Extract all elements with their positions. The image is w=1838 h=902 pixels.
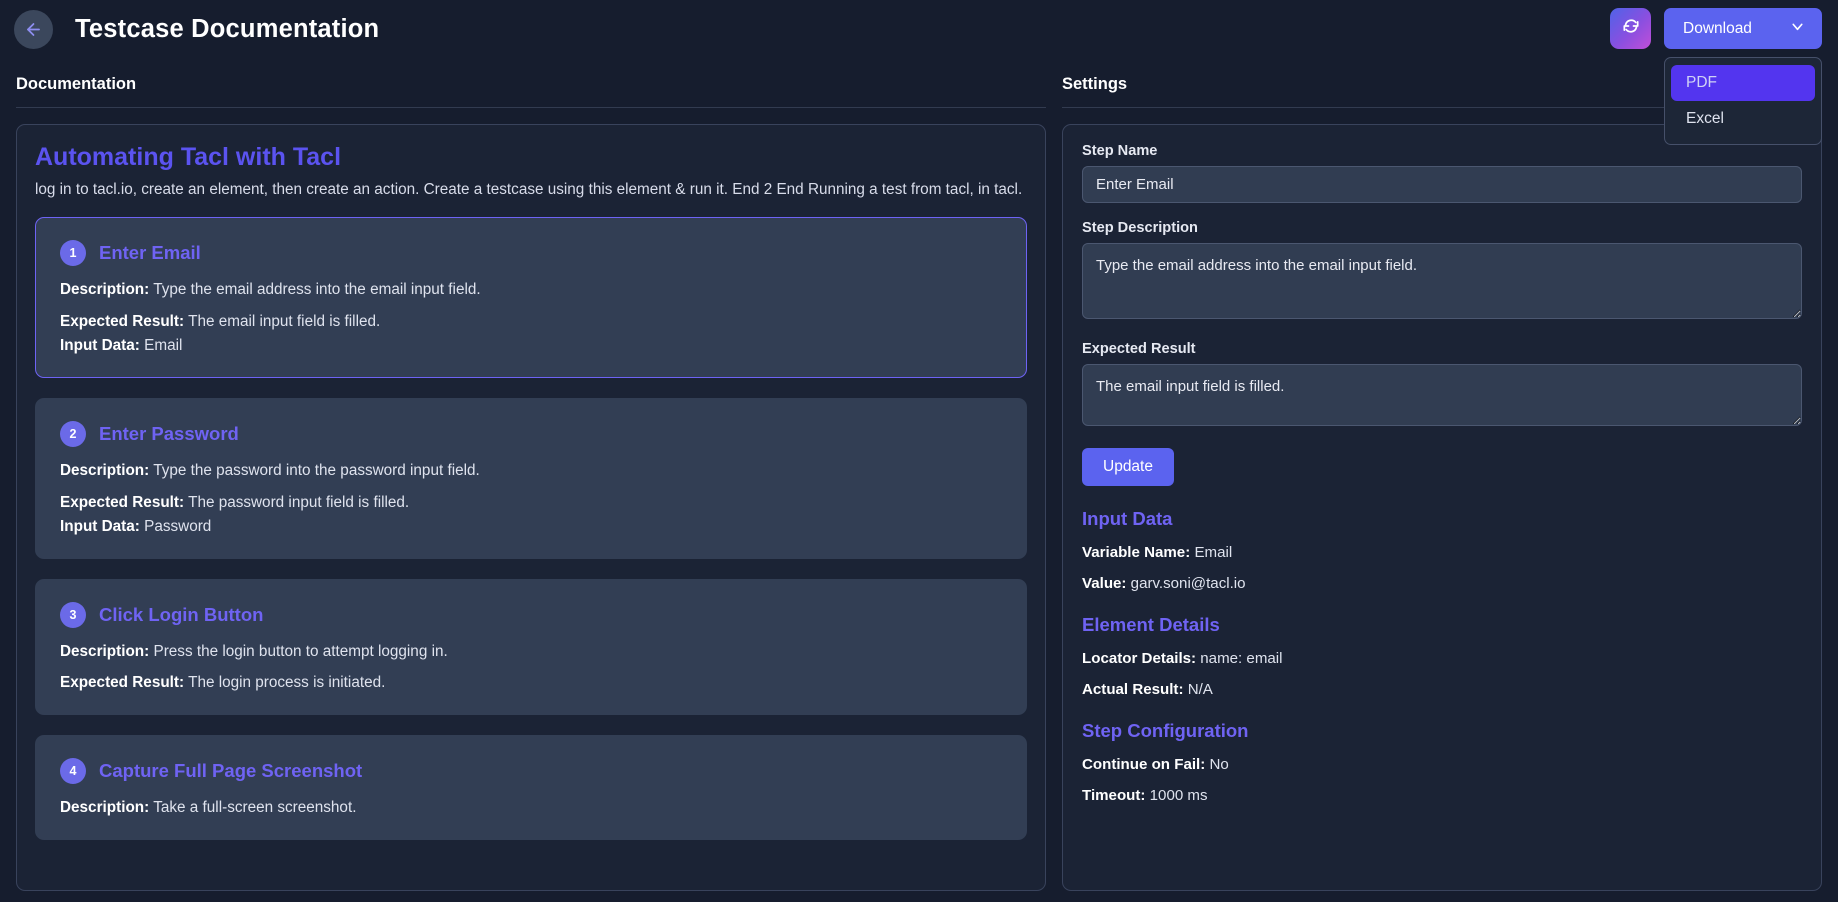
step-card-1[interactable]: 1 Enter Email Description: Type the emai… — [35, 217, 1027, 378]
timeout-value: 1000 ms — [1149, 787, 1208, 804]
description-value: Type the email address into the email in… — [153, 281, 481, 298]
documentation-section-label: Documentation — [16, 58, 1046, 108]
download-menu: PDF Excel — [1664, 57, 1822, 145]
step-number-badge: 4 — [60, 758, 86, 785]
expected-result-value: The password input field is filled. — [188, 493, 410, 511]
continue-on-fail-row: Continue on Fail: No — [1082, 756, 1802, 773]
expected-result-label: Expected Result: — [60, 674, 185, 692]
expected-result-label: Expected Result: — [60, 312, 185, 330]
expected-result-value: The login process is initiated. — [188, 674, 386, 692]
value-label: Value: — [1082, 575, 1127, 592]
step-name: Enter Email — [99, 242, 201, 263]
step-header: 4 Capture Full Page Screenshot — [60, 758, 1002, 785]
step-description-row: Description: Type the email address into… — [60, 280, 1002, 301]
step-number-badge: 3 — [60, 601, 86, 628]
step-number-badge: 2 — [60, 420, 86, 447]
input-data-label: Input Data: — [60, 337, 140, 355]
step-header: 2 Enter Password — [60, 420, 1002, 447]
documentation-title: Automating Tacl with Tacl — [35, 143, 342, 171]
step-input-data-row: Input Data: Email — [60, 336, 1002, 357]
step-expected-row: Expected Result: The login process is in… — [60, 673, 1002, 694]
continue-on-fail-value: No — [1209, 756, 1229, 773]
description-label: Description: — [60, 281, 150, 298]
variable-name-label: Variable Name: — [1082, 544, 1191, 561]
arrow-left-icon — [24, 20, 43, 39]
actual-result-label: Actual Result: — [1082, 681, 1184, 698]
locator-details-value: name: email — [1200, 650, 1283, 667]
expected-result-value: The email input field is filled. — [188, 312, 381, 330]
description-label: Description: — [60, 799, 150, 817]
download-button[interactable]: Download — [1664, 8, 1822, 49]
step-name: Click Login Button — [99, 603, 264, 625]
documentation-panel: Automating Tacl with Tacl log in to tacl… — [16, 124, 1046, 891]
value-value: garv.soni@tacl.io — [1130, 575, 1246, 592]
update-button[interactable]: Update — [1082, 448, 1174, 486]
input-data-heading: Input Data — [1082, 508, 1173, 529]
variable-name-value: Email — [1194, 544, 1233, 561]
description-label: Description: — [60, 642, 150, 660]
download-button-label: Download — [1683, 19, 1752, 37]
locator-details-label: Locator Details: — [1082, 650, 1197, 667]
description-value: Take a full-screen screenshot. — [153, 799, 357, 817]
description-value: Press the login button to attempt loggin… — [153, 642, 448, 660]
app-header: Testcase Documentation Download PDF Exce… — [0, 0, 1838, 145]
input-data-label: Input Data: — [60, 518, 140, 536]
documentation-subtitle: log in to tacl.io, create an element, th… — [35, 181, 1023, 198]
settings-panel: Step Name Step Description Type the emai… — [1062, 124, 1822, 891]
step-name-input[interactable] — [1082, 166, 1802, 203]
input-data-value: Email — [144, 337, 183, 355]
step-description-row: Description: Type the password into the … — [60, 461, 1002, 482]
step-description-textarea[interactable]: Type the email address into the email in… — [1082, 243, 1802, 319]
step-description-label: Step Description — [1082, 220, 1198, 236]
step-input-data-row: Input Data: Password — [60, 517, 1002, 538]
download-menu-item-excel[interactable]: Excel — [1671, 101, 1815, 137]
header-actions: Download PDF Excel — [1610, 8, 1822, 145]
step-name: Capture Full Page Screenshot — [99, 760, 363, 782]
variable-name-row: Variable Name: Email — [1082, 544, 1802, 561]
description-value: Type the password into the password inpu… — [153, 461, 480, 479]
timeout-row: Timeout: 1000 ms — [1082, 787, 1802, 804]
step-configuration-heading: Step Configuration — [1082, 720, 1249, 741]
step-expected-row: Expected Result: The email input field i… — [60, 312, 1002, 333]
download-dropdown: Download PDF Excel — [1664, 8, 1822, 145]
expected-result-label: Expected Result: — [60, 493, 185, 511]
actual-result-value: N/A — [1187, 681, 1213, 698]
download-menu-item-pdf[interactable]: PDF — [1671, 65, 1815, 101]
step-header: 3 Click Login Button — [60, 601, 1002, 628]
settings-column: Settings Step Name Step Description Type… — [1062, 58, 1822, 902]
step-name-label: Step Name — [1082, 143, 1158, 159]
description-label: Description: — [60, 461, 150, 479]
main-content: Documentation Automating Tacl with Tacl … — [0, 58, 1838, 902]
locator-details-row: Locator Details: name: email — [1082, 650, 1802, 667]
step-name: Enter Password — [99, 422, 239, 444]
step-expected-row: Expected Result: The password input fiel… — [60, 493, 1002, 514]
value-row: Value: garv.soni@tacl.io — [1082, 575, 1802, 592]
chevron-down-icon — [1789, 18, 1806, 40]
element-details-heading: Element Details — [1082, 614, 1220, 635]
refresh-icon — [1621, 16, 1641, 41]
step-card-3[interactable]: 3 Click Login Button Description: Press … — [35, 578, 1027, 716]
step-number-badge: 1 — [60, 240, 86, 266]
step-header: 1 Enter Email — [60, 240, 1002, 266]
continue-on-fail-label: Continue on Fail: — [1082, 756, 1206, 773]
documentation-column: Documentation Automating Tacl with Tacl … — [16, 58, 1046, 902]
expected-result-label: Expected Result — [1082, 341, 1196, 357]
input-data-value: Password — [144, 518, 212, 536]
timeout-label: Timeout: — [1082, 787, 1146, 804]
expected-result-textarea[interactable]: The email input field is filled. — [1082, 364, 1802, 426]
step-description-row: Description: Press the login button to a… — [60, 642, 1002, 663]
step-card-4[interactable]: 4 Capture Full Page Screenshot Descripti… — [35, 735, 1027, 840]
step-card-2[interactable]: 2 Enter Password Description: Type the p… — [35, 397, 1027, 559]
actual-result-row: Actual Result: N/A — [1082, 681, 1802, 698]
back-button[interactable] — [14, 9, 53, 49]
step-description-row: Description: Take a full-screen screensh… — [60, 798, 1002, 819]
page-title: Testcase Documentation — [75, 14, 380, 43]
refresh-button[interactable] — [1610, 8, 1651, 49]
